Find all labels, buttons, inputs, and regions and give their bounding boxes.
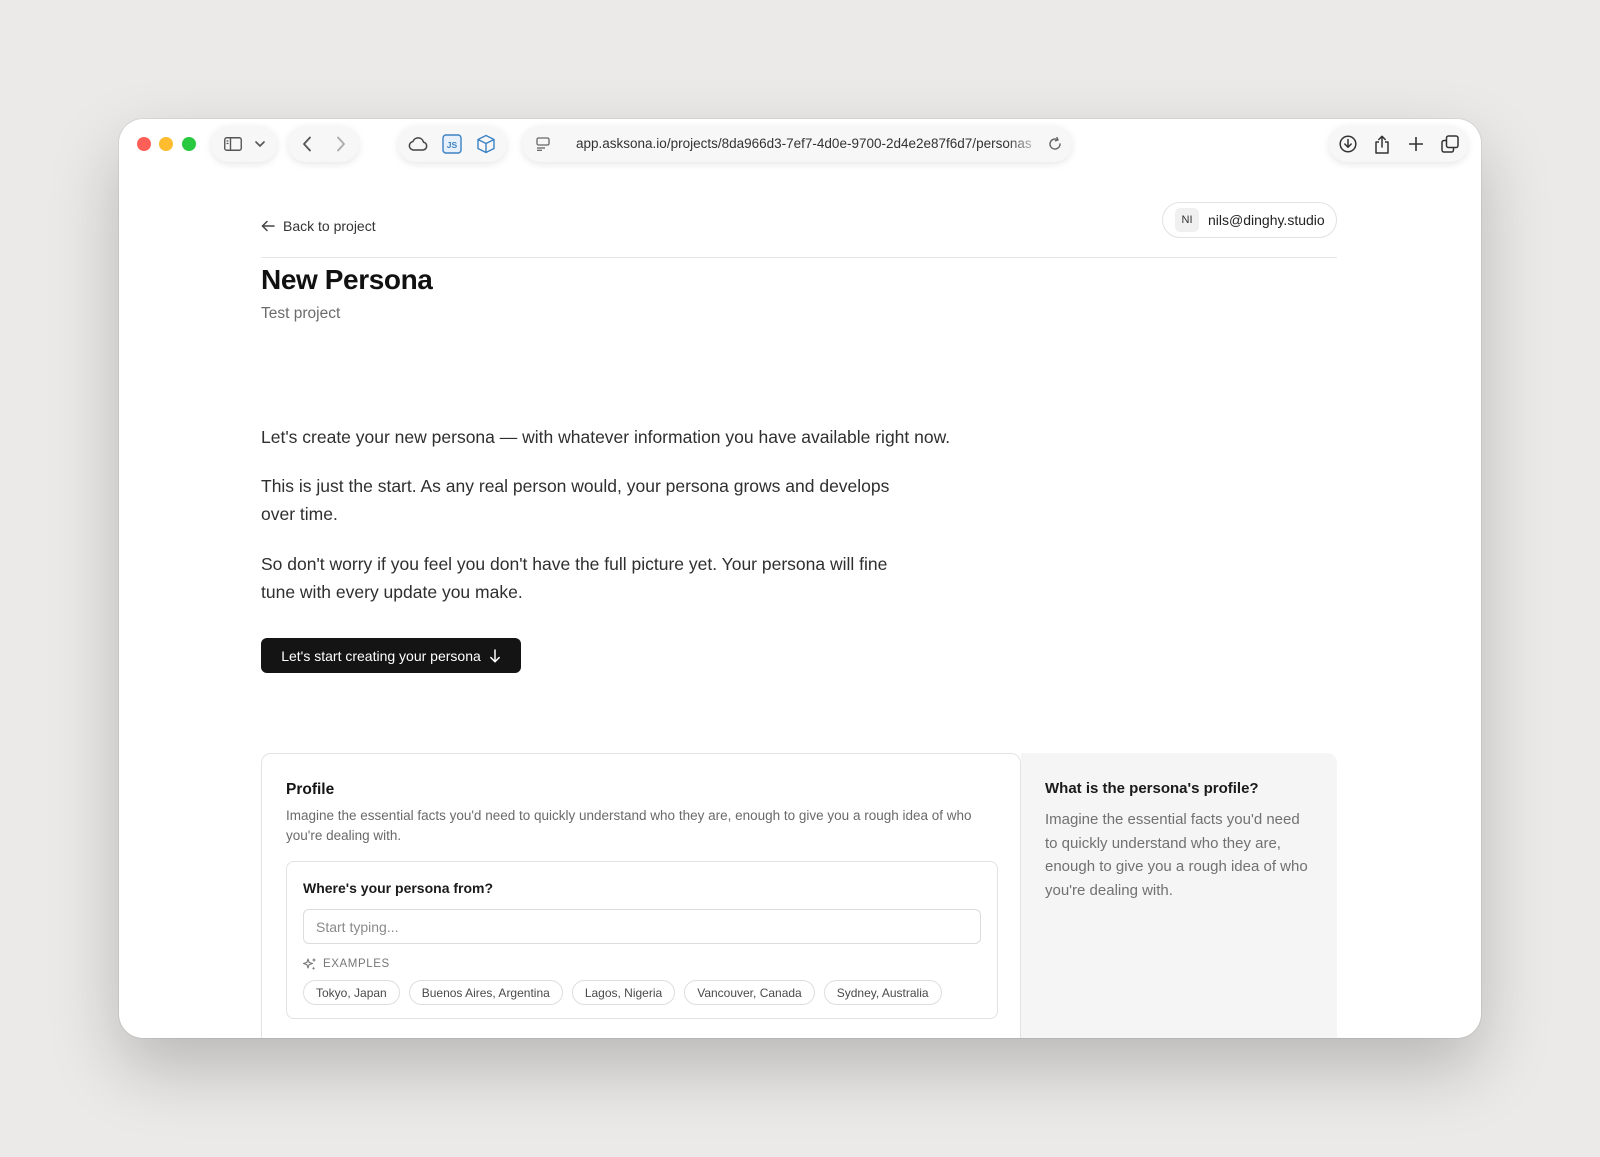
help-title: What is the persona's profile?	[1045, 780, 1259, 797]
avatar: NI	[1175, 208, 1199, 232]
js-extension-icon[interactable]: JS	[436, 126, 468, 162]
chevron-down-icon[interactable]	[249, 126, 271, 162]
minimize-window-button[interactable]	[159, 137, 173, 151]
back-arrow-icon[interactable]	[290, 126, 324, 162]
user-account-menu[interactable]: NI nils@dinghy.studio	[1162, 202, 1337, 238]
origin-input[interactable]	[303, 909, 981, 944]
start-button-label: Let's start creating your persona	[281, 647, 481, 664]
extensions-group: JS	[398, 126, 507, 162]
tab-overview-icon[interactable]	[1433, 126, 1467, 162]
forward-arrow-icon[interactable]	[324, 126, 358, 162]
examples-label: EXAMPLES	[323, 958, 390, 970]
download-icon[interactable]	[1331, 126, 1365, 162]
intro-paragraph-1: Let's create your new persona — with wha…	[261, 427, 951, 447]
address-bar[interactable]: app.asksona.io/projects/8da966d3-7ef7-4d…	[522, 126, 1072, 162]
sidebar-toggle-group	[211, 126, 277, 162]
reload-icon[interactable]	[1044, 126, 1066, 162]
intro-paragraph-2: This is just the start. As any real pers…	[261, 476, 890, 524]
share-icon[interactable]	[1365, 126, 1399, 162]
svg-text:JS: JS	[447, 140, 458, 150]
new-tab-icon[interactable]	[1399, 126, 1433, 162]
profile-card: Profile Imagine the essential facts you'…	[261, 753, 1021, 1038]
example-chip[interactable]: Vancouver, Canada	[684, 980, 815, 1005]
url-text[interactable]: app.asksona.io/projects/8da966d3-7ef7-4d…	[576, 126, 1044, 162]
user-email: nils@dinghy.studio	[1208, 212, 1325, 228]
origin-question-box: Where's your persona from? EXAMPLES Toky…	[286, 861, 998, 1019]
header-divider	[261, 257, 1337, 258]
example-chip[interactable]: Tokyo, Japan	[303, 980, 400, 1005]
examples-header: EXAMPLES	[303, 957, 390, 971]
help-body: Imagine the essential facts you'd need t…	[1045, 811, 1308, 899]
example-chip[interactable]: Buenos Aires, Argentina	[408, 980, 563, 1005]
page-title: New Persona	[261, 264, 433, 295]
sparkles-icon	[303, 957, 317, 971]
browser-window: JS app.asksona.io/projects/8da966d3-7ef7…	[119, 119, 1481, 1038]
page-menu-icon[interactable]	[530, 126, 556, 162]
back-to-project-link[interactable]: Back to project	[261, 216, 376, 236]
intro-paragraph-3: So don't worry if you feel you don't hav…	[261, 554, 888, 602]
profile-section-title: Profile	[286, 781, 335, 798]
arrow-down-icon	[489, 648, 501, 663]
project-name: Test project	[261, 305, 341, 322]
example-chip[interactable]: Lagos, Nigeria	[571, 980, 676, 1005]
profile-help-panel: What is the persona's profile? Imagine t…	[1021, 753, 1337, 1038]
close-window-button[interactable]	[137, 137, 151, 151]
start-creating-persona-button[interactable]: Let's start creating your persona	[261, 638, 521, 673]
profile-section-description: Imagine the essential facts you'd need t…	[286, 808, 972, 843]
cube-extension-icon[interactable]	[470, 126, 502, 162]
browser-actions-group	[1329, 126, 1468, 162]
arrow-left-icon	[261, 220, 275, 232]
back-link-label: Back to project	[283, 218, 376, 234]
history-nav-group	[288, 126, 359, 162]
origin-question-label: Where's your persona from?	[303, 880, 494, 896]
example-chip[interactable]: Sydney, Australia	[823, 980, 942, 1005]
browser-toolbar: JS app.asksona.io/projects/8da966d3-7ef7…	[119, 119, 1481, 171]
sidebar-icon[interactable]	[219, 126, 247, 162]
cloud-icon[interactable]	[402, 126, 434, 162]
zoom-window-button[interactable]	[182, 137, 196, 151]
example-chips: Tokyo, Japan Buenos Aires, Argentina Lag…	[303, 980, 942, 1005]
